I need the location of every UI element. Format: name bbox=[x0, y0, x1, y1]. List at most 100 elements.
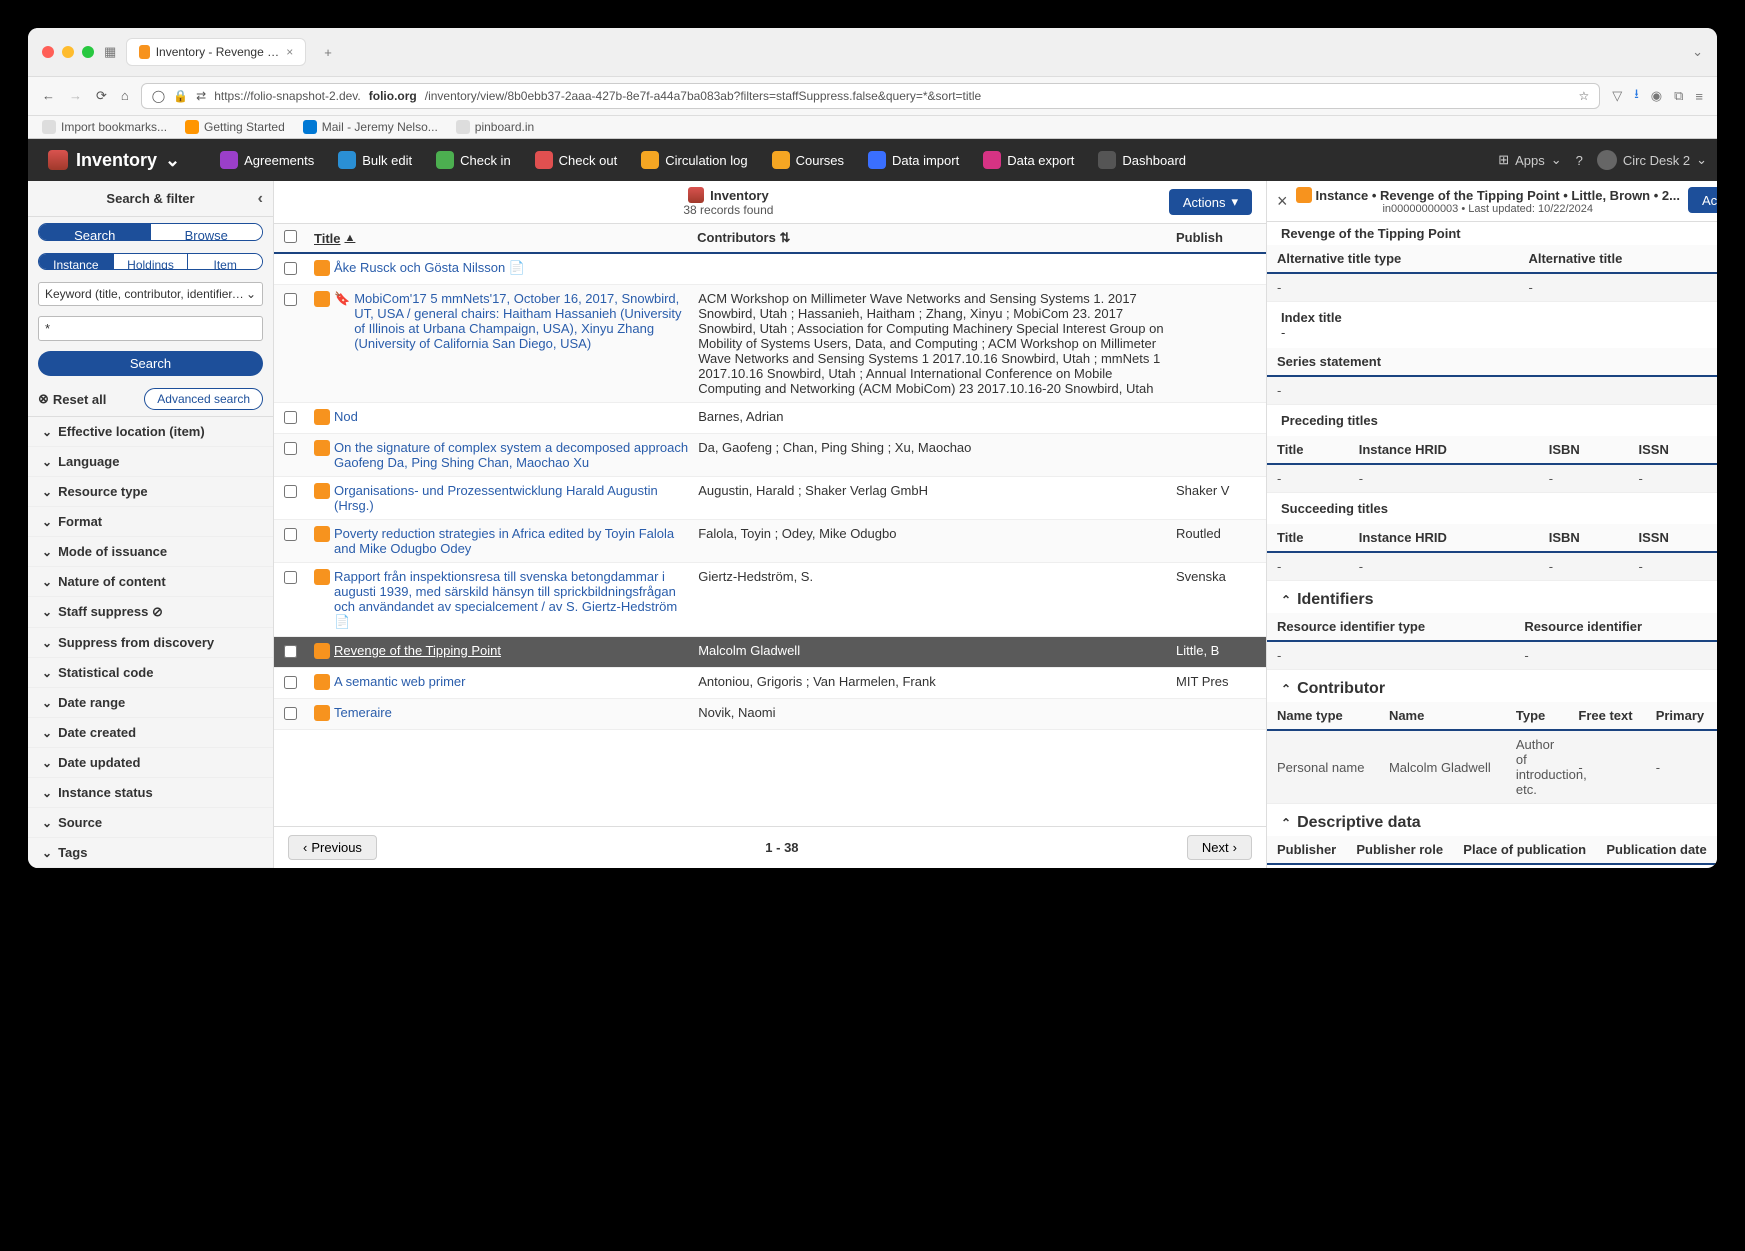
next-button[interactable]: Next› bbox=[1187, 835, 1252, 860]
column-contributors[interactable]: Contributors ⇅ bbox=[697, 230, 1176, 246]
filter-nature-of-content[interactable]: Nature of content bbox=[28, 567, 273, 597]
row-checkbox[interactable] bbox=[284, 411, 297, 424]
result-title-link[interactable]: Åke Rusck och Gösta Nilsson 📄 bbox=[314, 260, 698, 276]
column-title[interactable]: Title▲ bbox=[314, 230, 697, 246]
subtab-item[interactable]: Item bbox=[188, 254, 262, 269]
extensions-icon[interactable]: ⧉ bbox=[1674, 88, 1683, 104]
row-checkbox[interactable] bbox=[284, 485, 297, 498]
apps-button[interactable]: ⊞Apps⌄ bbox=[1498, 152, 1561, 168]
filter-instance-status[interactable]: Instance status bbox=[28, 778, 273, 808]
user-menu[interactable]: Circ Desk 2 ⌄ bbox=[1597, 150, 1707, 170]
app-switcher[interactable]: Inventory ⌄ bbox=[38, 150, 190, 171]
row-checkbox[interactable] bbox=[284, 645, 297, 658]
column-publishers[interactable]: Publish bbox=[1176, 230, 1256, 246]
nav-dashboard[interactable]: Dashboard bbox=[1088, 145, 1196, 175]
result-row[interactable]: A semantic web primer Antoniou, Grigoris… bbox=[274, 668, 1266, 699]
browser-tab[interactable]: Inventory - Revenge of the Tipp × bbox=[126, 38, 306, 66]
subtab-holdings[interactable]: Holdings bbox=[114, 254, 189, 269]
filter-date-created[interactable]: Date created bbox=[28, 718, 273, 748]
address-bar[interactable]: ◯ 🔒 ⇄ https://folio-snapshot-2.dev.folio… bbox=[141, 83, 1600, 109]
previous-button[interactable]: ‹Previous bbox=[288, 835, 377, 860]
select-all-checkbox[interactable] bbox=[284, 230, 297, 243]
filter-format[interactable]: Format bbox=[28, 507, 273, 537]
result-row[interactable]: Åke Rusck och Gösta Nilsson 📄 bbox=[274, 254, 1266, 285]
back-button[interactable]: ← bbox=[42, 88, 55, 104]
reset-all-button[interactable]: ⊗Reset all bbox=[38, 391, 106, 407]
nav-check-out[interactable]: Check out bbox=[525, 145, 628, 175]
result-row[interactable]: Poverty reduction strategies in Africa e… bbox=[274, 520, 1266, 563]
filter-date-updated[interactable]: Date updated bbox=[28, 748, 273, 778]
result-title-link[interactable]: Rapport från inspektionsresa till svensk… bbox=[314, 569, 698, 630]
result-row[interactable]: Nod Barnes, Adrian bbox=[274, 403, 1266, 434]
nav-agreements[interactable]: Agreements bbox=[210, 145, 324, 175]
nav-bulk-edit[interactable]: Bulk edit bbox=[328, 145, 422, 175]
filter-staff-suppress-[interactable]: Staff suppress ⊘ bbox=[28, 597, 273, 628]
nav-check-in[interactable]: Check in bbox=[426, 145, 521, 175]
result-title-link[interactable]: A semantic web primer bbox=[314, 674, 698, 690]
filter-suppress-from-discovery[interactable]: Suppress from discovery bbox=[28, 628, 273, 658]
home-button[interactable]: ⌂ bbox=[121, 88, 129, 104]
result-title-link[interactable]: 🔖 MobiCom'17 5 mmNets'17, October 16, 20… bbox=[314, 291, 698, 351]
reload-button[interactable]: ⟳ bbox=[96, 88, 107, 104]
help-icon[interactable]: ? bbox=[1576, 153, 1583, 168]
star-icon[interactable]: ☆ bbox=[1578, 89, 1589, 103]
actions-menu-button[interactable]: Actions▾ bbox=[1169, 189, 1252, 215]
subtab-instance[interactable]: Instance bbox=[39, 254, 114, 269]
filter-mode-of-issuance[interactable]: Mode of issuance bbox=[28, 537, 273, 567]
search-type-select[interactable]: Keyword (title, contributor, identifier,… bbox=[38, 282, 263, 306]
tabs-chevron-icon[interactable]: ⌄ bbox=[1692, 44, 1703, 60]
tab-browse[interactable]: Browse bbox=[151, 224, 263, 240]
result-row[interactable]: 🔖 MobiCom'17 5 mmNets'17, October 16, 20… bbox=[274, 285, 1266, 403]
row-checkbox[interactable] bbox=[284, 528, 297, 541]
result-title-link[interactable]: Temeraire bbox=[314, 705, 698, 721]
bookmark-getting-started[interactable]: Getting Started bbox=[185, 120, 285, 134]
nav-data-export[interactable]: Data export bbox=[973, 145, 1084, 175]
row-checkbox[interactable] bbox=[284, 707, 297, 720]
section-identifiers[interactable]: Identifiers bbox=[1267, 581, 1717, 613]
tab-close-icon[interactable]: × bbox=[286, 45, 293, 59]
bookmark-pinboard[interactable]: pinboard.in bbox=[456, 120, 534, 134]
forward-button[interactable]: → bbox=[69, 88, 82, 104]
close-detail-icon[interactable]: × bbox=[1277, 187, 1288, 212]
search-query-input[interactable]: * bbox=[38, 316, 263, 341]
result-row[interactable]: Organisations- und Prozessentwicklung Ha… bbox=[274, 477, 1266, 520]
bookmark-import[interactable]: Import bookmarks... bbox=[42, 120, 167, 134]
row-checkbox[interactable] bbox=[284, 262, 297, 275]
window-close-dot[interactable] bbox=[42, 46, 54, 58]
result-title-link[interactable]: Poverty reduction strategies in Africa e… bbox=[314, 526, 698, 556]
filter-effective-location-item-[interactable]: Effective location (item) bbox=[28, 417, 273, 447]
detail-actions-button[interactable]: Actions▾ bbox=[1688, 187, 1717, 213]
filter-language[interactable]: Language bbox=[28, 447, 273, 477]
collapse-sidebar-icon[interactable]: ‹ bbox=[258, 190, 263, 208]
row-checkbox[interactable] bbox=[284, 571, 297, 584]
result-row[interactable]: Rapport från inspektionsresa till svensk… bbox=[274, 563, 1266, 637]
bookmark-mail[interactable]: Mail - Jeremy Nelso... bbox=[303, 120, 438, 134]
search-button[interactable]: Search bbox=[38, 351, 263, 376]
result-row[interactable]: Revenge of the Tipping Point Malcolm Gla… bbox=[274, 637, 1266, 668]
row-checkbox[interactable] bbox=[284, 293, 297, 306]
window-max-dot[interactable] bbox=[82, 46, 94, 58]
section-descriptive[interactable]: Descriptive data bbox=[1267, 804, 1717, 836]
result-title-link[interactable]: Revenge of the Tipping Point bbox=[314, 643, 698, 659]
result-title-link[interactable]: On the signature of complex system a dec… bbox=[314, 440, 698, 470]
tab-search[interactable]: Search bbox=[39, 224, 151, 240]
row-checkbox[interactable] bbox=[284, 676, 297, 689]
nav-courses[interactable]: Courses bbox=[762, 145, 854, 175]
sidebar-toggle-icon[interactable]: ▦ bbox=[104, 44, 116, 60]
new-tab-button[interactable]: + bbox=[316, 45, 340, 60]
section-contributor[interactable]: Contributor bbox=[1267, 670, 1717, 702]
result-row[interactable]: Temeraire Novik, Naomi bbox=[274, 699, 1266, 730]
filter-source[interactable]: Source bbox=[28, 808, 273, 838]
row-checkbox[interactable] bbox=[284, 442, 297, 455]
filter-resource-type[interactable]: Resource type bbox=[28, 477, 273, 507]
download-icon[interactable]: ⭳ bbox=[1634, 85, 1639, 107]
filter-statistical-code[interactable]: Statistical code bbox=[28, 658, 273, 688]
window-min-dot[interactable] bbox=[62, 46, 74, 58]
menu-icon[interactable]: ≡ bbox=[1695, 89, 1703, 104]
result-title-link[interactable]: Nod bbox=[314, 409, 698, 425]
advanced-search-button[interactable]: Advanced search bbox=[144, 388, 263, 410]
filter-date-range[interactable]: Date range bbox=[28, 688, 273, 718]
result-title-link[interactable]: Organisations- und Prozessentwicklung Ha… bbox=[314, 483, 698, 513]
nav-data-import[interactable]: Data import bbox=[858, 145, 969, 175]
account-icon[interactable]: ◉ bbox=[1651, 88, 1662, 104]
